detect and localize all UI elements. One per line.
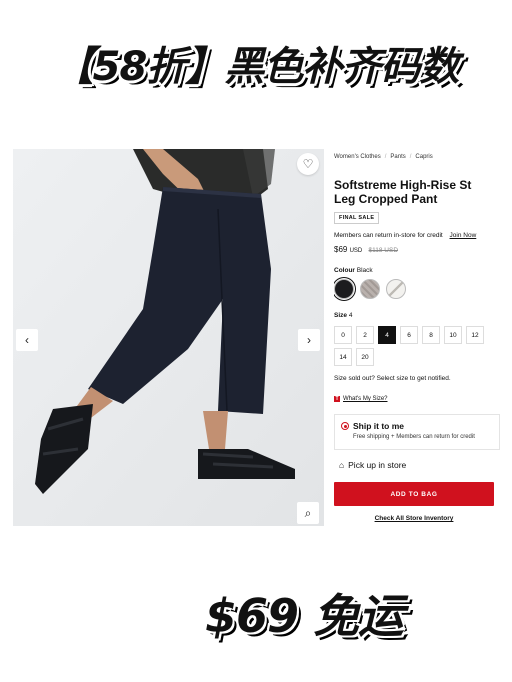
whats-my-size-link[interactable]: What's My Size? <box>343 396 388 402</box>
size-option[interactable]: 0 <box>334 326 352 344</box>
promo-price: $69 免运 <box>205 589 404 643</box>
size-grid: 0 2 4 6 8 10 12 14 20 <box>334 326 500 366</box>
pickup-label: Pick up in store <box>348 460 407 470</box>
ship-option[interactable]: Ship it to me Free shipping + Members ca… <box>334 414 500 450</box>
product-title-line: Leg Cropped Pant <box>334 192 438 206</box>
product-title-line: Softstreme High-Rise St <box>334 178 472 192</box>
join-now-link[interactable]: Join Now <box>450 232 477 239</box>
colour-value: Black <box>356 267 373 274</box>
breadcrumb-item[interactable]: Women's Clothes <box>334 154 381 160</box>
size-option[interactable]: 6 <box>400 326 418 344</box>
breadcrumb-separator: / <box>384 154 387 160</box>
promo-headline: 【58折】黑色补齐码数 <box>53 44 460 90</box>
prev-image-arrow-icon[interactable]: ‹ <box>16 329 38 351</box>
member-note: Members can return in-store for credit J… <box>334 232 500 239</box>
product-title: Softstreme High-Rise St Leg Cropped Pant <box>334 178 500 206</box>
member-note-text: Members can return in-store for credit <box>334 232 443 239</box>
size-option[interactable]: 10 <box>444 326 462 344</box>
breadcrumb-item[interactable]: Capris <box>415 154 432 160</box>
store-icon: ⌂ <box>339 460 345 470</box>
next-image-arrow-icon[interactable]: › <box>298 329 320 351</box>
price: $69 USD $118 USD <box>334 245 500 254</box>
zoom-icon[interactable]: ⌕ <box>297 502 319 524</box>
add-to-bag-button[interactable]: ADD TO BAG <box>334 482 494 506</box>
product-image[interactable]: ♡ ‹ › ⌕ <box>13 149 324 526</box>
colour-swatches <box>334 279 500 299</box>
whats-my-size[interactable]: T What's My Size? <box>334 396 500 402</box>
size-option-selected[interactable]: 4 <box>378 326 396 344</box>
ship-radio-icon[interactable] <box>341 422 349 430</box>
swatch-black[interactable] <box>334 279 354 299</box>
breadcrumb-item[interactable]: Pants <box>390 154 405 160</box>
wishlist-heart-icon[interactable]: ♡ <box>297 153 319 175</box>
pickup-option[interactable]: ⌂ Pick up in store <box>334 460 500 470</box>
currency: USD <box>349 248 363 254</box>
size-option[interactable]: 2 <box>356 326 374 344</box>
product-details-panel: Women's Clothes / Pants / Capris Softstr… <box>334 150 500 526</box>
colour-label-text: Colour <box>334 267 355 274</box>
model-illustration <box>13 149 324 526</box>
check-inventory-link[interactable]: Check All Store Inventory <box>334 515 494 522</box>
current-price: $69 <box>334 245 348 254</box>
ship-title: Ship it to me <box>353 421 404 431</box>
colour-label: Colour Black <box>334 267 500 274</box>
size-value: 4 <box>348 312 353 319</box>
swatch-light[interactable] <box>386 279 406 299</box>
size-option[interactable]: 12 <box>466 326 484 344</box>
size-label-text: Size <box>334 312 348 319</box>
swatch-grey[interactable] <box>360 279 380 299</box>
ship-subtitle: Free shipping + Members can return for c… <box>353 434 475 440</box>
breadcrumb: Women's Clothes / Pants / Capris <box>334 150 500 164</box>
size-option[interactable]: 20 <box>356 348 374 366</box>
final-sale-badge: FINAL SALE <box>334 212 380 224</box>
size-guide-icon: T <box>334 396 340 402</box>
original-price: $118 USD <box>368 247 399 254</box>
size-option[interactable]: 8 <box>422 326 440 344</box>
breadcrumb-separator: / <box>409 154 412 160</box>
size-option[interactable]: 14 <box>334 348 352 366</box>
sold-out-note: Size sold out? Select size to get notifi… <box>334 375 451 382</box>
size-label: Size 4 <box>334 312 500 319</box>
